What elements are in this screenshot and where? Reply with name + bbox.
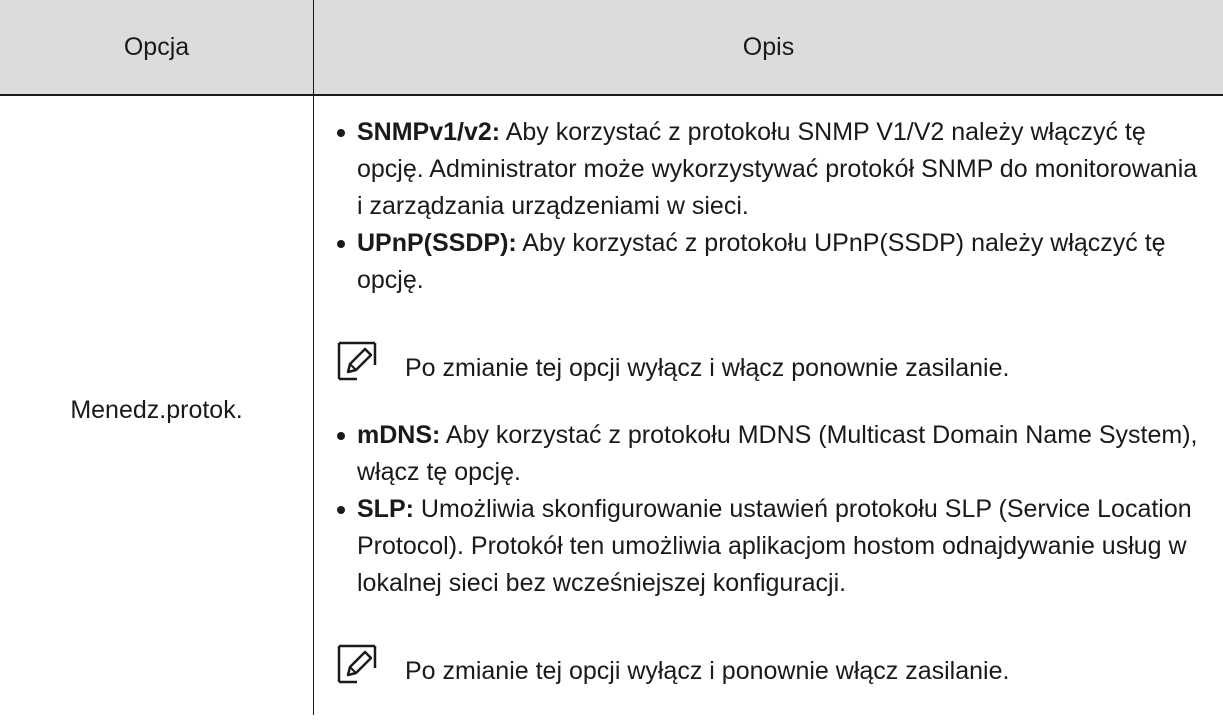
bullet-list-b: mDNS: Aby korzystać z protokołu MDNS (Mu…: [335, 417, 1205, 602]
note-text: Po zmianie tej opcji wyłącz i włącz pono…: [405, 353, 1010, 382]
bullet-list-a: SNMPv1/v2: Aby korzystać z protokołu SNM…: [335, 114, 1205, 299]
option-cell: Menedz.protok.: [0, 96, 313, 715]
item-term: SLP:: [357, 495, 414, 523]
list-item: UPnP(SSDP): Aby korzystać z protokołu UP…: [335, 225, 1205, 299]
note-a: Po zmianie tej opcji wyłącz i włącz pono…: [335, 335, 1205, 387]
list-item: SNMPv1/v2: Aby korzystać z protokołu SNM…: [335, 114, 1205, 225]
table-header: Opcja Opis: [0, 0, 1223, 96]
description-cell: SNMPv1/v2: Aby korzystać z protokołu SNM…: [335, 114, 1205, 720]
note-pencil-icon: [335, 642, 379, 686]
column-divider: [313, 0, 314, 715]
item-text: Aby korzystać z protokołu MDNS (Multicas…: [357, 421, 1198, 486]
note-b: Po zmianie tej opcji wyłącz i ponownie w…: [335, 638, 1205, 690]
note-pencil-icon: [335, 339, 379, 383]
option-name: Menedz.protok.: [70, 396, 243, 424]
note-text: Po zmianie tej opcji wyłącz i ponownie w…: [405, 656, 1010, 685]
item-term: SNMPv1/v2:: [357, 118, 501, 146]
list-item: SLP: Umożliwia skonfigurowanie ustawień …: [335, 491, 1205, 602]
header-option-label: Opcja: [123, 32, 190, 61]
header-description: Opis: [314, 0, 1223, 94]
item-term: mDNS:: [357, 421, 441, 449]
item-term: UPnP(SSDP):: [357, 229, 517, 257]
options-table: Opcja Opis Menedz.protok. SNMPv1/v2: Aby…: [0, 0, 1223, 715]
item-text: Umożliwia skonfigurowanie ustawień proto…: [357, 495, 1192, 597]
header-description-label: Opis: [742, 32, 795, 61]
header-option: Opcja: [0, 0, 313, 94]
list-item: mDNS: Aby korzystać z protokołu MDNS (Mu…: [335, 417, 1205, 491]
